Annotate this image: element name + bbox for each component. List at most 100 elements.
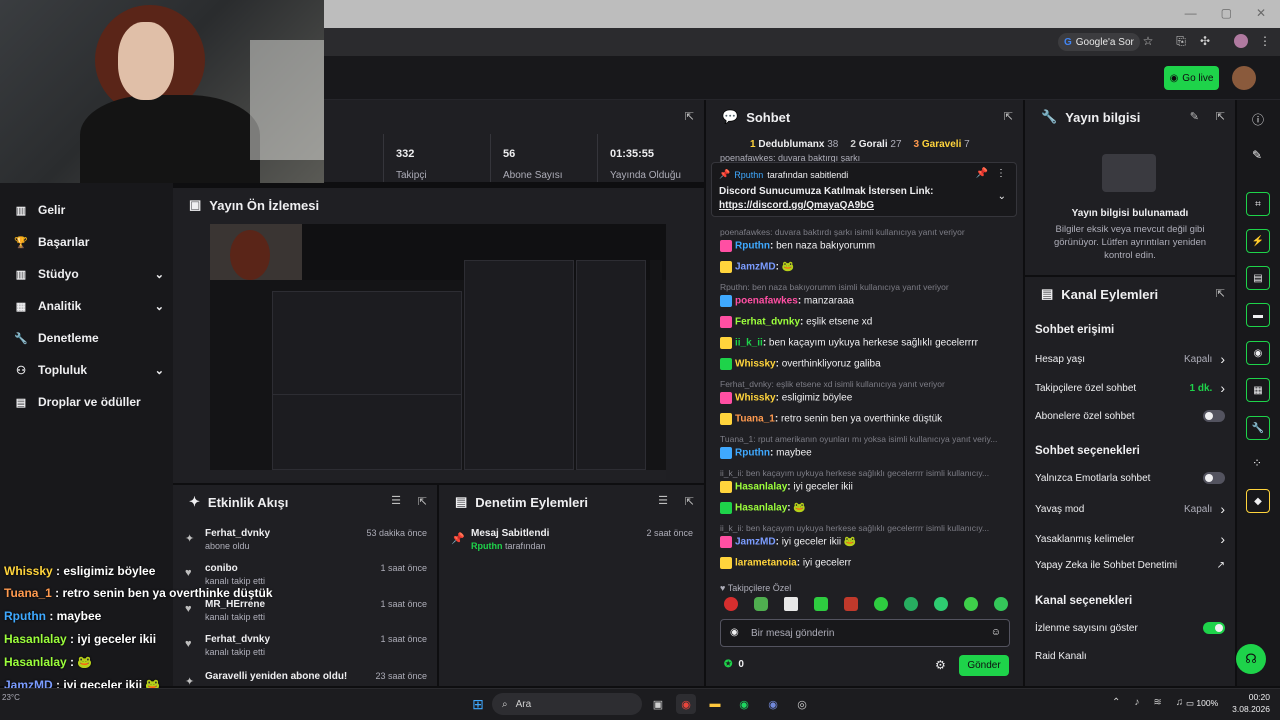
chat-settings-icon[interactable]: ⚙ (935, 658, 946, 672)
go-live-button[interactable]: ◉ Go live (1164, 66, 1219, 90)
send-button[interactable]: Gönder (959, 655, 1009, 676)
emote-icon[interactable] (874, 597, 888, 611)
chat-username[interactable]: poenafawkes (735, 296, 798, 307)
extensions-icon[interactable]: ✣ (1198, 34, 1212, 48)
popout-icon[interactable]: ⇱ (1216, 110, 1225, 123)
setting-row[interactable]: Abonelere özel sohbet (1035, 410, 1225, 422)
info-icon[interactable]: ⓘ (1252, 111, 1264, 128)
weather-widget[interactable]: 23°C (2, 693, 20, 702)
emoji-icon[interactable]: ☺ (991, 627, 1001, 638)
chat-message[interactable]: JamzMD: iyi geceler ikii 🐸 (720, 536, 856, 548)
chat-username[interactable]: Whissky (735, 393, 776, 404)
google-ask-button[interactable]: G Google'a Sor (1058, 33, 1140, 51)
task-view-icon[interactable]: ▣ (648, 694, 668, 714)
dock-chat-icon[interactable]: ▬ (1246, 303, 1270, 327)
user-avatar[interactable] (1232, 66, 1256, 90)
minimize-icon[interactable]: — (1185, 6, 1197, 20)
chat-message[interactable]: JamzMD: 🐸 (720, 261, 794, 273)
chrome-icon[interactable]: ◉ (676, 694, 696, 714)
toggle-switch[interactable] (1203, 410, 1225, 422)
chat-message[interactable]: Hasanlalay: 🐸 (720, 502, 806, 514)
chat-username[interactable]: Tuana_1 (735, 414, 775, 425)
chat-reply-context[interactable]: Tuana_1: rput amerikanın oyunları mı yok… (720, 434, 1010, 444)
setting-row[interactable]: Yalnızca Emotlarla sohbet (1035, 472, 1225, 484)
emote-icon[interactable] (814, 597, 828, 611)
chat-message[interactable]: ii_k_ii: ben kaçayım uykuya herkese sağl… (720, 337, 978, 349)
emote-icon[interactable] (934, 597, 948, 611)
taskbar-search[interactable]: ⌕ Ara (492, 693, 642, 715)
unpin-icon[interactable]: 📌 (976, 168, 988, 179)
chat-message[interactable]: poenafawkes: manzaraaa (720, 295, 854, 307)
pencil-icon[interactable]: ✎ (1252, 148, 1262, 162)
popout-icon[interactable]: ⇱ (1004, 110, 1013, 123)
chat-username[interactable]: JamzMD (735, 262, 776, 273)
setting-row[interactable]: Yasaklanmış kelimeler › (1035, 531, 1225, 547)
chat-username[interactable]: Rputhn (735, 241, 770, 252)
chat-input[interactable]: ◉ Bir mesaj gönderin ☺ (720, 619, 1010, 647)
dock-community-icon[interactable]: ⁘ (1252, 456, 1262, 470)
chat-message[interactable]: Rputhn: maybee (720, 447, 812, 459)
chat-username[interactable]: ii_k_ii (735, 338, 763, 349)
sidebar-item-0[interactable]: ▥ Gelir (14, 203, 164, 217)
sidebar-item-5[interactable]: ⚇ Topluluk ⌄ (14, 363, 164, 377)
toggle-switch[interactable] (1203, 622, 1225, 634)
chat-message[interactable]: Whissky: overthinkliyoruz galiba (720, 358, 881, 370)
battery-indicator[interactable]: ▭ 100% (1186, 698, 1218, 709)
pinned-message[interactable]: 📌 Rputhn tarafından sabitlendi 📌 ⋮ Disco… (711, 162, 1017, 217)
popout-icon[interactable]: ⇱ (1216, 287, 1225, 300)
popout-icon[interactable]: ⇱ (685, 495, 694, 508)
more-icon[interactable]: ⋮ (996, 168, 1006, 179)
popout-icon[interactable]: ⇱ (418, 495, 427, 508)
setting-row[interactable]: Hesap yaşı Kapalı › (1035, 351, 1225, 367)
setting-row[interactable]: İzlenme sayısını göster (1035, 622, 1225, 634)
channel-points[interactable]: ✪ 0 (724, 659, 744, 670)
translate-icon[interactable]: ⎘ (1174, 34, 1188, 48)
emote-picker-icon[interactable]: ◉ (730, 627, 739, 638)
chat-leaderboard[interactable]: 1 Dedublumanx 38 2 Gorali 27 3 Garaveli … (750, 139, 970, 150)
chevron-up-icon[interactable]: ⌃ (1112, 697, 1120, 708)
discord-icon[interactable]: ◉ (763, 694, 783, 714)
setting-row[interactable]: Raid Kanalı (1035, 651, 1225, 662)
chat-reply-context[interactable]: poenafawkes: duvara baktırdı şarkı isiml… (720, 227, 1010, 237)
setting-row[interactable]: Yapay Zeka ile Sohbet Denetimi ↗ (1035, 560, 1225, 571)
edit-icon[interactable]: ✎ (1190, 110, 1199, 123)
sidebar-item-1[interactable]: 🏆 Başarılar (14, 235, 164, 249)
dock-lightning-icon[interactable]: ⚡ (1246, 229, 1270, 253)
start-icon[interactable]: ⊞ (468, 694, 488, 714)
dock-drops-icon[interactable]: ◆ (1246, 489, 1270, 513)
toggle-switch[interactable] (1203, 472, 1225, 484)
chat-username[interactable]: Whissky (735, 359, 776, 370)
emote-icon[interactable] (994, 597, 1008, 611)
chat-username[interactable]: larametanoia (735, 558, 797, 569)
chevron-down-icon[interactable]: ⌄ (998, 191, 1006, 202)
chat-message[interactable]: Ferhat_dvnky: eşlik etsene xd (720, 316, 872, 328)
emote-icon[interactable] (844, 597, 858, 611)
dock-wrench-icon[interactable]: 🔧 (1246, 416, 1270, 440)
chat-reply-context[interactable]: Ferhat_dvnky: eşlik etsene xd isimli kul… (720, 379, 1010, 389)
emote-icon[interactable] (724, 597, 738, 611)
sidebar-item-6[interactable]: ▤ Droplar ve ödüller (14, 395, 164, 409)
sidebar-item-2[interactable]: ▥ Stüdyo ⌄ (14, 267, 164, 281)
filter-icon[interactable]: ☰ (658, 494, 668, 507)
bookmark-star-icon[interactable]: ☆ (1141, 34, 1155, 48)
chat-message[interactable]: Whissky: esligimiz böylee (720, 392, 852, 404)
help-icon[interactable]: ☊ (1236, 644, 1266, 674)
sidebar-item-3[interactable]: ▦ Analitik ⌄ (14, 299, 164, 313)
dock-notes-icon[interactable]: ▤ (1246, 266, 1270, 290)
dock-broadcast-icon[interactable]: ◉ (1246, 341, 1270, 365)
wifi-icon[interactable]: ≋ (1153, 697, 1161, 708)
setting-row[interactable]: Yavaş mod Kapalı › (1035, 501, 1225, 517)
chat-username[interactable]: Rputhn (735, 448, 770, 459)
stream-preview-video[interactable] (210, 224, 666, 480)
mic-icon[interactable]: ♪ (1134, 697, 1139, 708)
chat-reply-context[interactable]: ii_k_ii: ben kaçayım uykuya herkese sağl… (720, 468, 1010, 478)
chat-message[interactable]: larametanoia: iyi gecelerr (720, 557, 851, 569)
chat-reply-context[interactable]: ii_k_ii: ben kaçayım uykuya herkese sağl… (720, 523, 1010, 533)
obs-icon[interactable]: ◎ (792, 694, 812, 714)
chat-username[interactable]: JamzMD (735, 537, 776, 548)
chat-username[interactable]: Ferhat_dvnky (735, 317, 800, 328)
chat-username[interactable]: Hasanlalay (735, 482, 787, 493)
speaker-icon[interactable]: ♫ (1176, 697, 1184, 708)
chat-reply-context[interactable]: Rputhn: ben naza bakıyorumm isimli kulla… (720, 282, 1010, 292)
sidebar-item-4[interactable]: 🔧 Denetleme (14, 331, 164, 345)
